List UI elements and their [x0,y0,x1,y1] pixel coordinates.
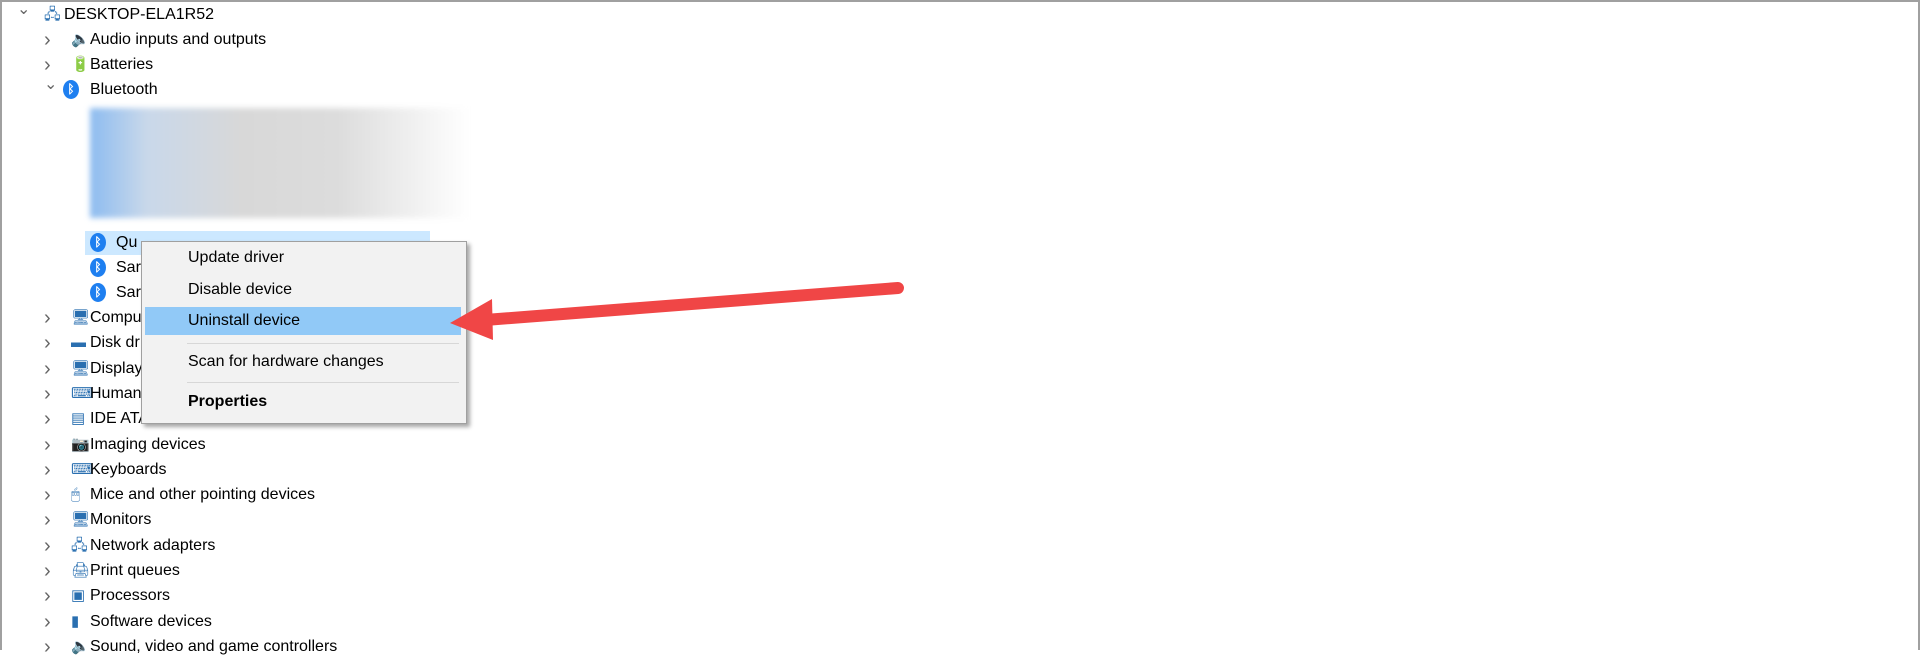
arrow-shaft [479,282,904,326]
annotation-arrow [450,282,904,340]
arrow-head [450,299,493,340]
